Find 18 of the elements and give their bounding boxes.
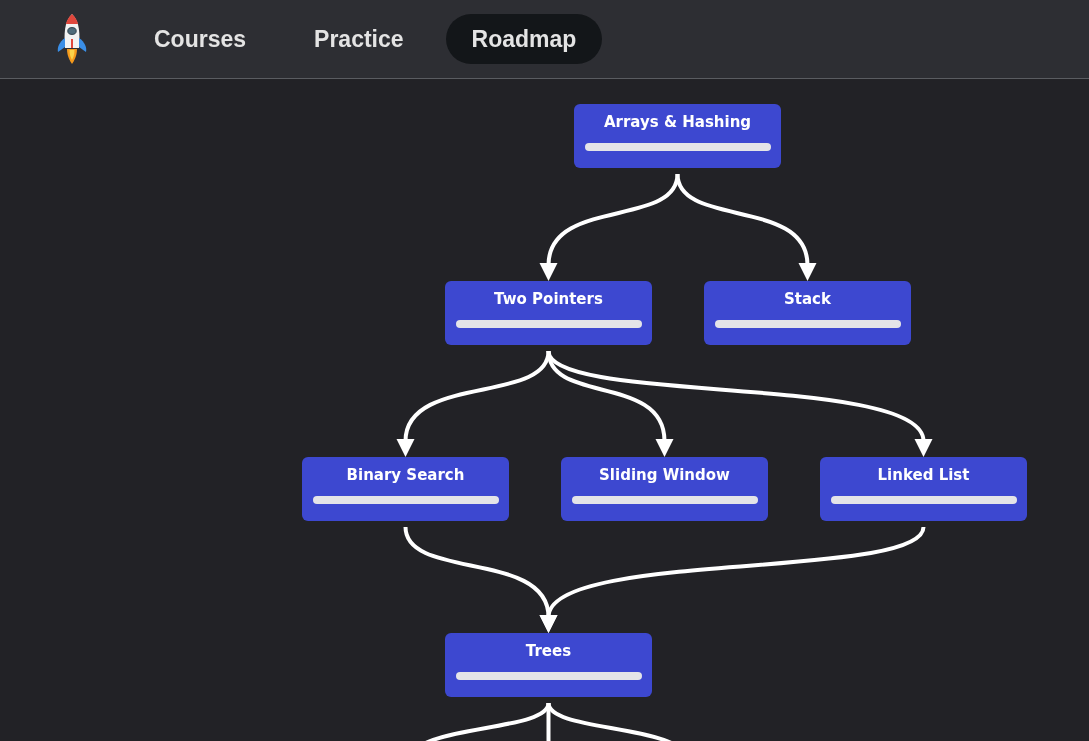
topic-node[interactable]: Linked List [820,457,1027,521]
topic-title: Two Pointers [494,289,603,309]
topic-title: Sliding Window [599,465,730,485]
topic-title: Stack [784,289,831,309]
topic-node[interactable]: Two Pointers [445,281,652,345]
topic-node[interactable]: Trees [445,633,652,697]
nav-tab[interactable]: Courses [128,14,273,64]
topic-node[interactable]: Arrays & Hashing [574,104,781,168]
rocket-icon[interactable] [55,12,89,66]
topic-title: Trees [525,641,572,661]
topic-node[interactable]: Sliding Window [561,457,768,521]
topic-node[interactable]: Binary Search [302,457,509,521]
topic-title: Binary Search [346,465,465,485]
topic-title: Arrays & Hashing [603,112,752,132]
nav-tab[interactable]: Roadmap [445,14,603,64]
topic-node[interactable]: Stack [704,281,911,345]
topic-title: Linked List [877,465,970,485]
nav-tab[interactable]: Practice [288,14,430,64]
